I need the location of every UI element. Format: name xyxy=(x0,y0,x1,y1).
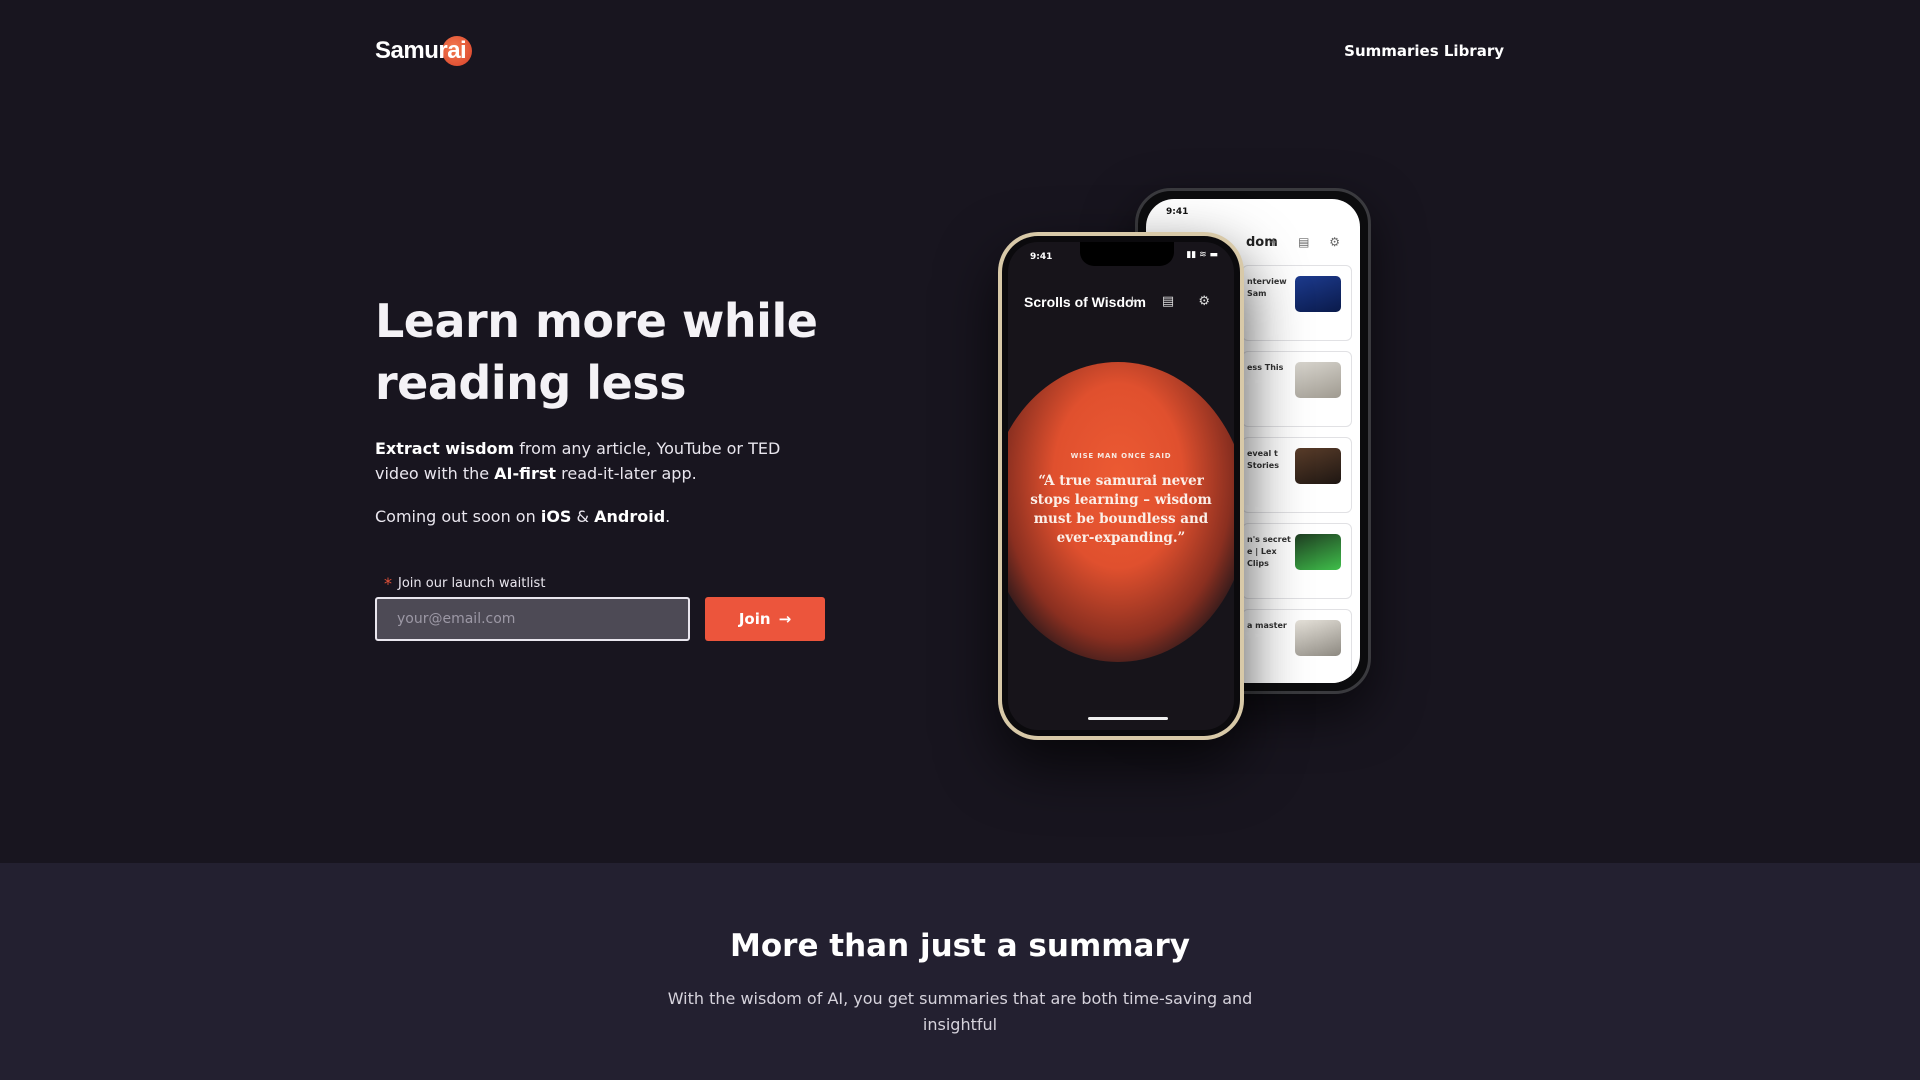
app-actions: + ▤ ⚙ xyxy=(1126,294,1220,309)
join-label: Join xyxy=(738,610,771,628)
summary-card: nterview Sam xyxy=(1242,265,1352,341)
ai-first-text: AI-first xyxy=(494,464,557,483)
waitlist-label-text: Join our launch waitlist xyxy=(398,576,546,591)
phone-back-actions: + ▤ ⚙ xyxy=(1268,235,1348,249)
android-text: Android xyxy=(594,507,666,526)
samurai-logo[interactable]: Samurai xyxy=(375,36,473,66)
hero-description: Extract wisdom from any article, YouTube… xyxy=(375,436,795,486)
card-text: n's secret e | Lex Clips xyxy=(1247,535,1291,568)
ampersand: & xyxy=(571,507,595,526)
card-text: ess This xyxy=(1247,363,1284,372)
phone-back-time: 9:41 xyxy=(1166,207,1189,217)
phone-mockup-front: 9:41 ▮▮ ≋ ▬ Scrolls of Wisdom + ▤ ⚙ WISE… xyxy=(998,232,1244,740)
waitlist-label: * Join our launch waitlist xyxy=(384,574,545,593)
phone-front-screen: 9:41 ▮▮ ≋ ▬ Scrolls of Wisdom + ▤ ⚙ WISE… xyxy=(1008,242,1234,730)
arrow-right-icon: → xyxy=(778,610,792,628)
extract-wisdom-text: Extract wisdom xyxy=(375,439,515,458)
card-thumbnail xyxy=(1295,534,1341,570)
description-end: read-it-later app. xyxy=(556,464,697,483)
card-text: eveal t Stories xyxy=(1247,449,1279,470)
card-thumbnail xyxy=(1295,448,1341,484)
logo-text: Samurai xyxy=(375,37,467,64)
hero-section: Samurai Summaries Library Learn more whi… xyxy=(0,0,1920,863)
status-icons: ▮▮ ≋ ▬ xyxy=(1186,250,1218,260)
features-section xyxy=(0,863,1920,1080)
card-text: nterview Sam xyxy=(1247,277,1287,298)
phone-notch xyxy=(1080,242,1174,266)
coming-soon-text: Coming out soon on iOS & Android. xyxy=(375,504,670,529)
home-indicator xyxy=(1088,717,1168,720)
ios-text: iOS xyxy=(540,507,572,526)
email-input[interactable] xyxy=(375,597,690,641)
section-title: More than just a summary xyxy=(730,928,1190,964)
card-thumbnail xyxy=(1295,276,1341,312)
period: . xyxy=(665,507,671,526)
quote-kicker: WISE MAN ONCE SAID xyxy=(1070,452,1172,460)
phone-front-bezel: 9:41 ▮▮ ≋ ▬ Scrolls of Wisdom + ▤ ⚙ WISE… xyxy=(1002,236,1240,736)
hero-headline: Learn more while reading less xyxy=(375,294,818,410)
card-thumbnail xyxy=(1295,620,1341,656)
required-asterisk: * xyxy=(384,574,392,593)
summary-card: eveal t Stories xyxy=(1242,437,1352,513)
coming-pre: Coming out soon on xyxy=(375,507,541,526)
phone-front-time: 9:41 xyxy=(1030,252,1053,262)
section-subtitle: With the wisdom of AI, you get summaries… xyxy=(667,989,1253,1034)
join-button[interactable]: Join → xyxy=(705,597,825,641)
summary-card: a master xyxy=(1242,609,1352,683)
card-text: a master xyxy=(1247,621,1287,630)
summary-card: ess This xyxy=(1242,351,1352,427)
quote-text: “A true samurai never stops learning – w… xyxy=(1030,473,1212,546)
summary-card: n's secret e | Lex Clips xyxy=(1242,523,1352,599)
card-thumbnail xyxy=(1295,362,1341,398)
nav-summaries-library[interactable]: Summaries Library xyxy=(1344,42,1504,60)
